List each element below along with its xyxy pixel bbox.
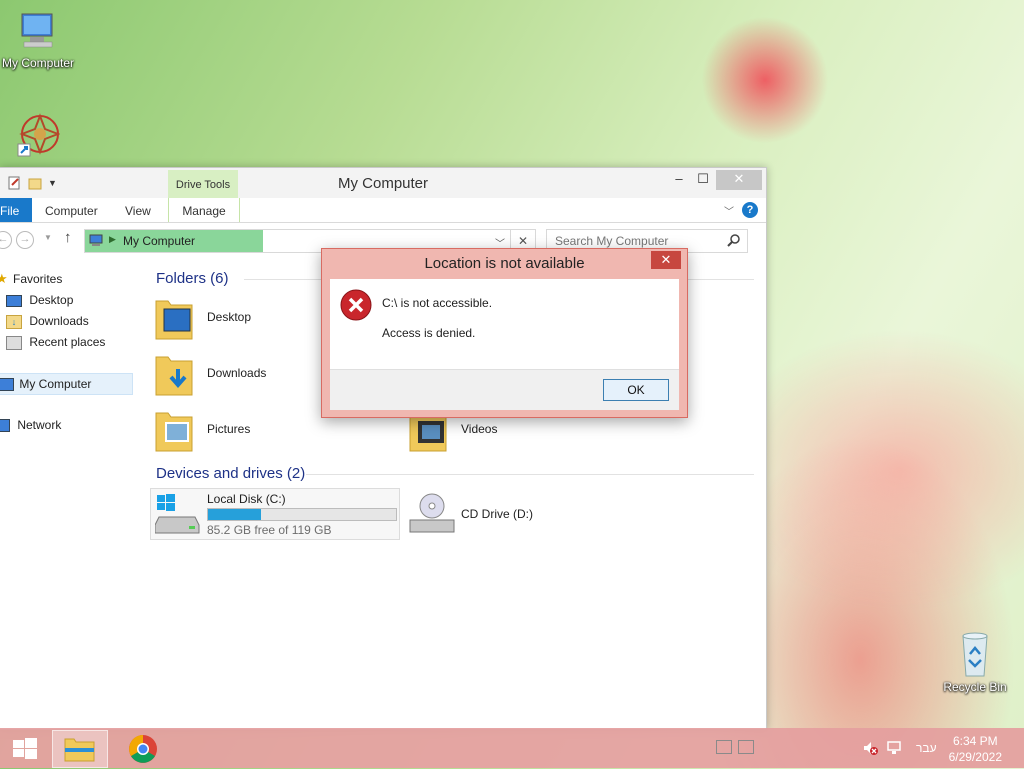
folder-label: Downloads [207,366,267,380]
error-message-secondary: Access is denied. [382,326,476,340]
folder-label: Pictures [207,422,251,436]
windows-start-icon[interactable] [8,730,42,766]
desktop-folder-icon [154,295,196,344]
dialog-title: Location is not available [424,255,585,272]
title-bar: ▼ Drive Tools My Computer – ☐ ✕ [0,168,766,198]
downloads-icon: ↓ [6,314,22,329]
recent-locations-icon[interactable]: ▼ [44,233,52,242]
clock-date: 6/29/2022 [948,750,1002,764]
computer-icon [89,234,103,246]
nav-label: Network [17,418,62,432]
group-divider [306,474,754,475]
desktop-icon-recycle-bin[interactable]: Recycle Bin [933,630,1017,694]
tab-computer[interactable]: Computer [45,198,98,222]
ribbon-tabs: File Computer View Manage ﹀ ? [0,198,766,223]
cd-drive-icon [408,492,456,539]
nav-network[interactable]: Network [0,415,61,435]
network-tray-icon[interactable] [886,740,902,756]
system-clock[interactable]: 6:34 PM 6/29/2022 [949,733,1002,765]
folders-heading[interactable]: Folders (6) [156,270,229,287]
search-icon[interactable] [727,233,741,247]
nav-recent-places[interactable]: Recent places [6,332,105,352]
recycle-bin-icon [955,630,995,678]
help-button[interactable]: ? [742,202,758,218]
up-arrow-icon[interactable]: ↑ [64,229,72,246]
tab-file[interactable]: File [0,198,32,222]
desktop-icon [6,294,22,307]
recent-places-icon [6,335,22,350]
chrome-icon [128,734,158,767]
taskbar-file-explorer-button[interactable] [52,730,108,768]
folder-label: Desktop [207,310,252,324]
error-dialog: Location is not available ✕ C:\ is not a… [321,248,688,418]
drive-usage-fill [208,509,262,520]
nav-label: Desktop [29,293,74,307]
expand-ribbon-icon[interactable]: ﹀ [724,203,734,218]
dialog-body: C:\ is not accessible. Access is denied. [330,279,679,369]
devices-heading[interactable]: Devices and drives (2) [156,465,305,482]
folder-downloads[interactable]: Downloads [154,351,334,401]
forward-arrow-icon[interactable]: → [16,231,34,249]
input-language-indicator[interactable]: עבר [916,741,937,755]
taskbar-chrome-button[interactable] [124,730,162,766]
drive-cd-d[interactable]: CD Drive (D:) [408,488,608,538]
desktop-icon-my-computer[interactable]: My Computer [0,10,80,70]
drive-usage-bar [207,508,397,521]
tab-manage[interactable]: Manage [168,198,240,222]
folder-label: Videos [461,422,498,436]
desktop-icon-label: My Computer [1,56,75,70]
downloads-folder-icon [154,351,196,400]
window-title: My Computer [337,175,429,192]
search-placeholder: Search My Computer [555,234,669,248]
drive-free-space: 85.2 GB free of 119 GB [207,523,332,537]
ok-button[interactable]: OK [603,379,669,401]
drive-local-disk-c[interactable]: Local Disk (C:) 85.2 GB free of 119 GB [150,488,400,540]
windows-drive-icon [154,493,201,538]
computer-icon [16,10,60,54]
nav-favorites[interactable]: ★ Favorites [0,269,62,289]
taskbar: עבר 6:34 PM 6/29/2022 [0,728,1024,768]
error-icon [340,289,372,324]
nav-desktop[interactable]: Desktop [6,290,73,310]
notification-flag-icon[interactable] [738,740,754,754]
file-explorer-icon [64,735,96,766]
folder-pictures[interactable]: Pictures [154,407,334,457]
drive-name: CD Drive (D:) [461,507,533,521]
close-button[interactable]: ✕ [716,170,762,190]
nav-label: Favorites [13,272,63,286]
volume-muted-icon[interactable] [862,740,878,756]
nav-my-computer[interactable]: My Computer [0,373,133,395]
tab-view[interactable]: View [125,198,151,222]
tab-label: File [0,204,20,218]
breadcrumb-my-computer[interactable]: My Computer [123,234,195,248]
desktop-icon-shortcut[interactable] [0,112,80,164]
network-icon [0,419,10,433]
dialog-footer: OK [330,369,679,410]
nav-label: Downloads [29,314,89,328]
nav-label: My Computer [19,377,92,391]
mandala-shortcut-icon [16,112,61,158]
error-message-primary: C:\ is not accessible. [382,296,493,310]
dialog-close-button[interactable]: ✕ [651,251,681,269]
nav-downloads[interactable]: ↓ Downloads [6,311,89,331]
star-icon: ★ [0,271,8,286]
clock-time: 6:34 PM [952,734,998,748]
maximize-button[interactable]: ☐ [688,170,718,190]
task-view-icon[interactable] [716,740,732,754]
desktop-icon-label: Recycle Bin [943,680,1007,694]
folder-desktop[interactable]: Desktop [154,295,334,345]
breadcrumb-chevron-icon[interactable]: ▶ [109,234,116,245]
nav-label: Recent places [29,335,106,349]
pictures-folder-icon [154,407,196,456]
drive-name: Local Disk (C:) [207,492,286,506]
computer-icon [0,378,14,392]
back-arrow-icon[interactable]: ← [0,231,12,249]
navigation-pane: ★ Favorites Desktop ↓ Downloads Recent p… [0,265,134,729]
